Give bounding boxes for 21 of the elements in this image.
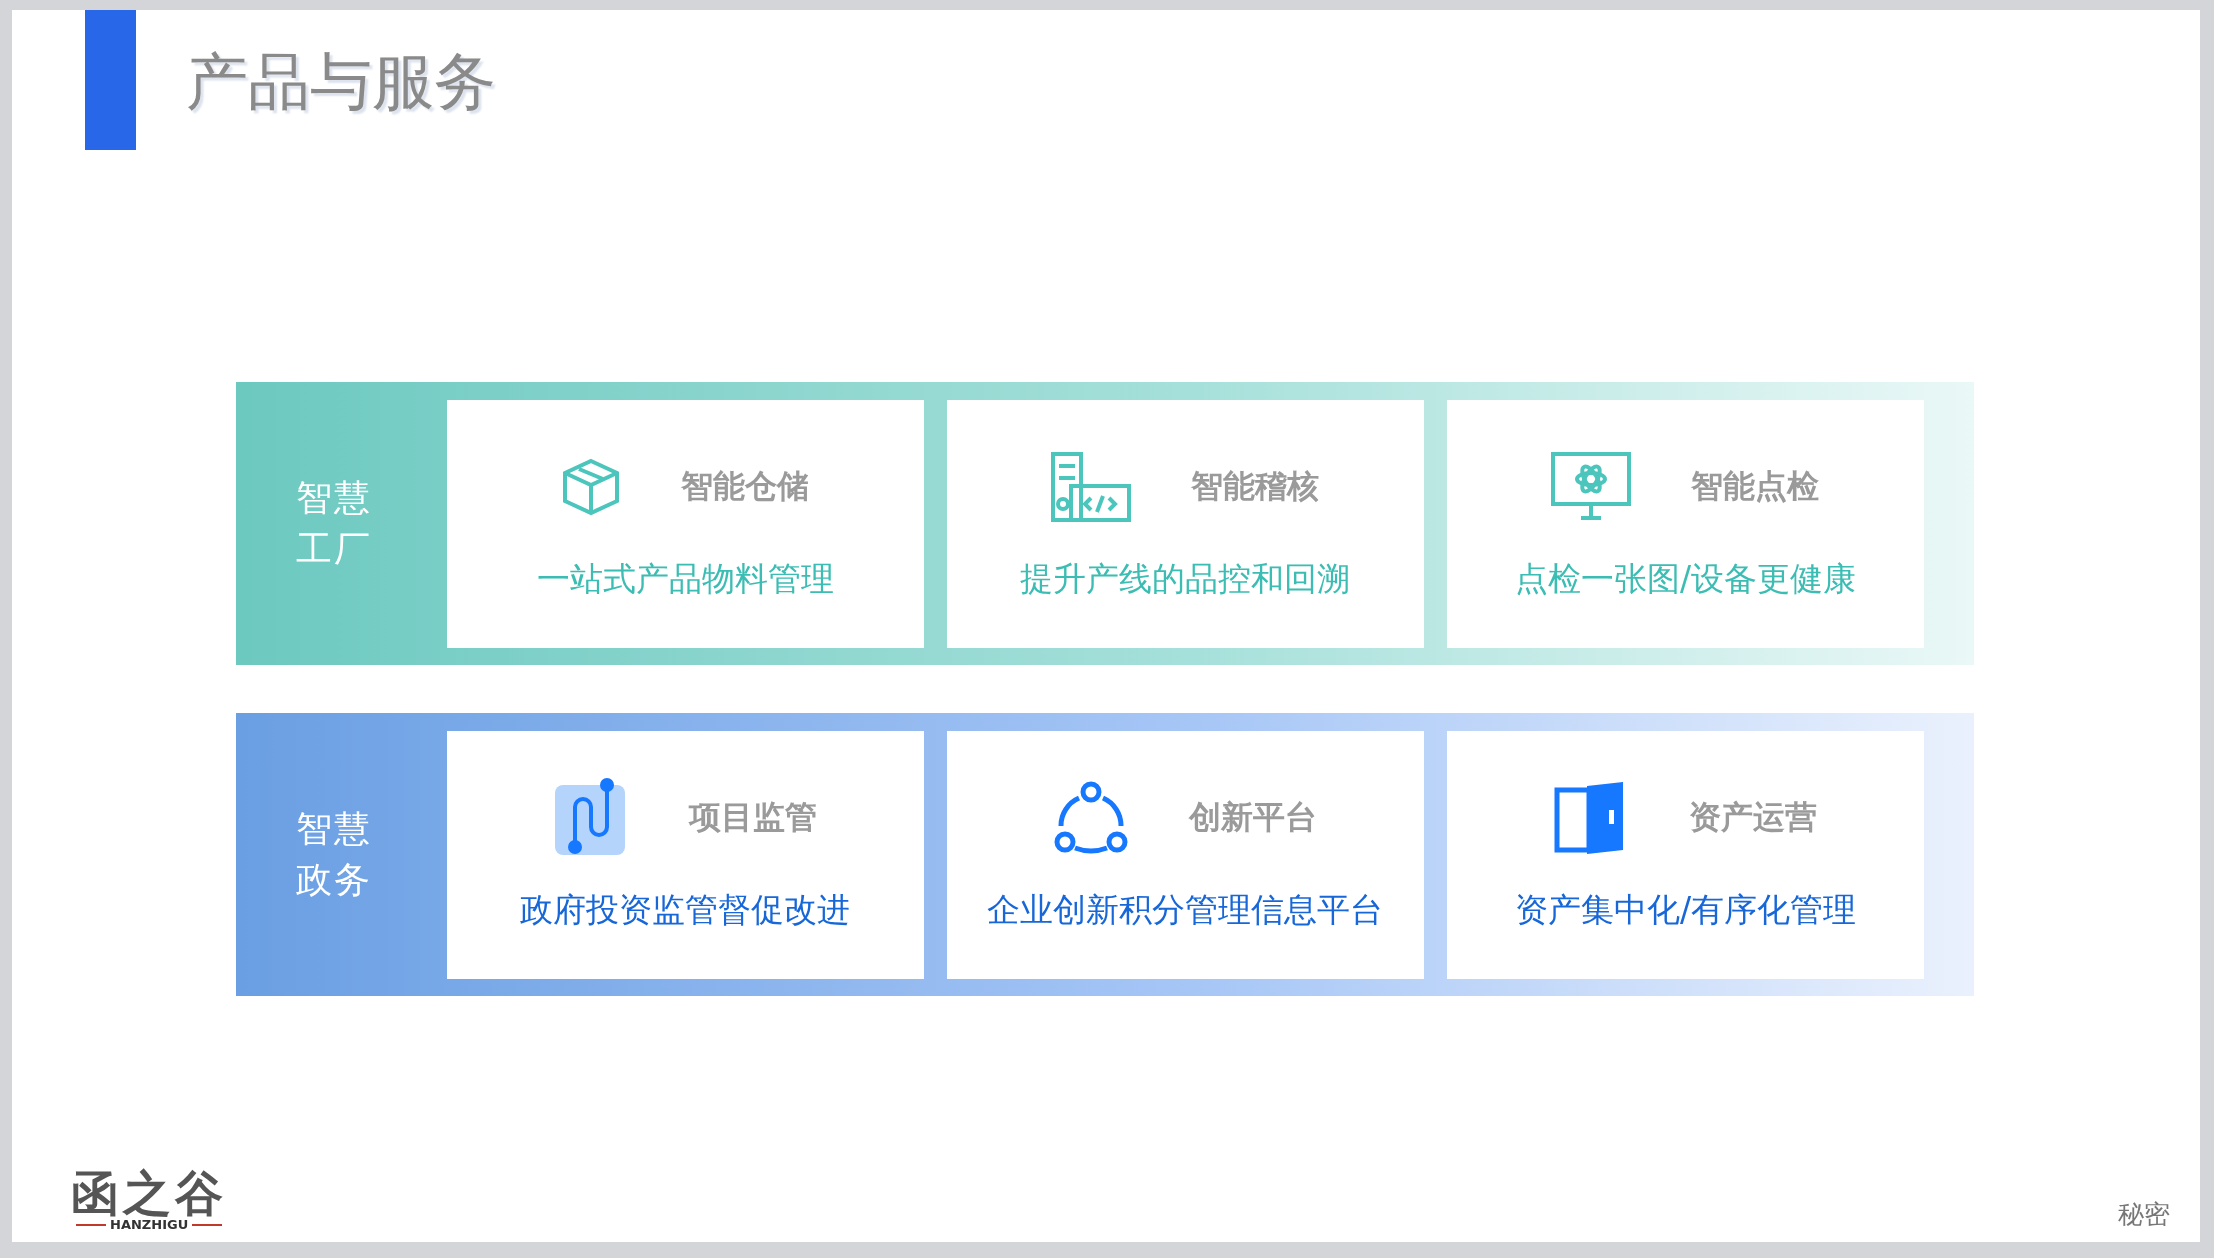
section-label: 智慧政务 <box>296 807 373 902</box>
share-network-icon <box>1053 780 1130 856</box>
product-tagline: 一站式产品物料管理 <box>536 558 834 600</box>
slide-title: 产品与服务 <box>186 44 496 120</box>
product-tagline: 政府投资监管督促改进 <box>520 889 851 931</box>
product-name: 项目监管 <box>689 797 818 838</box>
product-name: 智能点检 <box>1691 466 1820 507</box>
product-name: 资产运营 <box>1689 797 1818 838</box>
box-icon <box>561 457 622 517</box>
product-tagline: 提升产线的品控和回溯 <box>1020 558 1351 600</box>
confidential-label: 秘密 <box>2118 1198 2170 1231</box>
product-tagline: 企业创新积分管理信息平台 <box>987 889 1384 931</box>
section-label: 智慧工厂 <box>296 476 373 571</box>
product-name: 智能仓储 <box>681 466 810 507</box>
atom-monitor-icon <box>1551 452 1632 522</box>
product-tagline: 点检一张图/设备更健康 <box>1514 558 1856 600</box>
logo-wordmark: 函之谷 <box>71 1169 228 1217</box>
product-tagline: 资产集中化/有序化管理 <box>1514 889 1856 931</box>
code-window-icon <box>1051 452 1132 522</box>
product-name: 智能稽核 <box>1191 466 1320 507</box>
product-name: 创新平台 <box>1189 797 1318 838</box>
